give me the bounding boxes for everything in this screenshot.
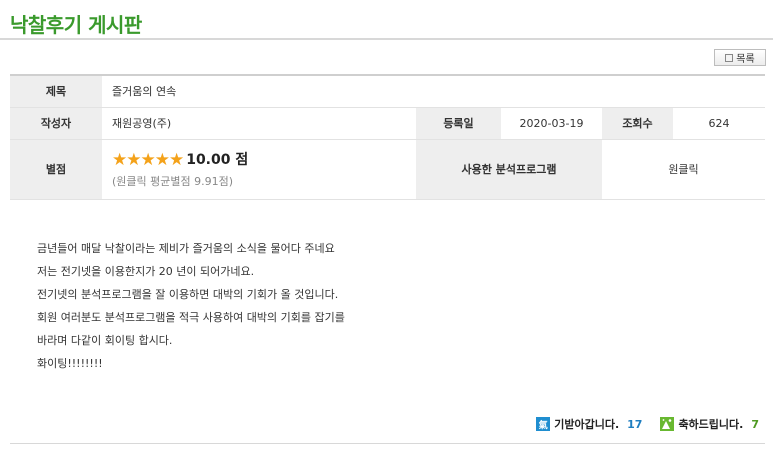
congrats-label: 축하드립니다. bbox=[678, 418, 744, 431]
list-button-label: 목록 bbox=[736, 54, 755, 65]
post-line: 회원 여러분도 분석프로그램을 적극 사용하여 대박의 기회를 잡기를 bbox=[37, 311, 345, 324]
date-header: 등록일 bbox=[416, 107, 501, 140]
rating-average: (원클릭 평균별점 9.91점) bbox=[112, 175, 234, 188]
rating-cell: ★★★★★ 10.00 점 (원클릭 평균별점 9.91점) bbox=[102, 139, 416, 200]
bottom-divider bbox=[10, 443, 765, 444]
cheer-button[interactable]: 氣 기받아갑니다. 17 bbox=[536, 416, 642, 432]
author-header: 작성자 bbox=[10, 107, 102, 140]
post-line: 저는 전기넷을 이용한지가 20 년이 되어가네요. bbox=[37, 265, 255, 278]
program-value: 원클릭 bbox=[602, 139, 765, 200]
post-line: 전기넷의 분석프로그램을 잘 이용하면 대박의 기회가 올 것입니다. bbox=[37, 288, 339, 301]
rating-score: 10.00 점 bbox=[186, 152, 249, 168]
page-title: 낙찰후기 게시판 bbox=[10, 13, 142, 37]
energy-badge-icon: 氣 bbox=[536, 417, 551, 431]
list-icon bbox=[725, 53, 734, 62]
congrats-count: 7 bbox=[751, 417, 759, 431]
rating-header: 별점 bbox=[10, 139, 102, 200]
title-divider bbox=[0, 38, 773, 40]
post-subject: 즐거움의 연속 bbox=[102, 75, 765, 108]
post-author: 재원공영(주) bbox=[102, 107, 416, 140]
cheer-label: 기받아갑니다. bbox=[554, 418, 620, 431]
post-line: 금년들어 매달 낙찰이라는 제비가 즐거움의 소식을 물어다 주네요 bbox=[37, 242, 335, 255]
program-header: 사용한 분석프로그램 bbox=[416, 139, 602, 200]
cheer-count: 17 bbox=[627, 417, 643, 431]
post-views: 624 bbox=[673, 107, 765, 140]
post-info-table: 제목 즐거움의 연속 작성자 재원공영(주) 등록일 2020-03-19 조회… bbox=[10, 74, 765, 200]
celebrate-icon bbox=[660, 417, 675, 431]
post-line: 바라며 다같이 회이팅 합시다. bbox=[37, 334, 173, 347]
congrats-button[interactable]: 축하드립니다. 7 bbox=[660, 416, 759, 432]
post-body: 금년들어 매달 낙찰이라는 제비가 즐거움의 소식을 물어다 주네요 저는 전기… bbox=[37, 237, 345, 375]
star-rating-icon: ★★★★★ bbox=[112, 150, 184, 170]
list-button[interactable]: 목록 bbox=[714, 49, 766, 66]
post-date: 2020-03-19 bbox=[501, 107, 602, 140]
post-line: 화이팅!!!!!!!! bbox=[37, 357, 103, 370]
reaction-bar: 氣 기받아갑니다. 17 축하드립니다. 7 bbox=[536, 416, 759, 432]
views-header: 조회수 bbox=[602, 107, 673, 140]
subject-header: 제목 bbox=[10, 75, 102, 108]
